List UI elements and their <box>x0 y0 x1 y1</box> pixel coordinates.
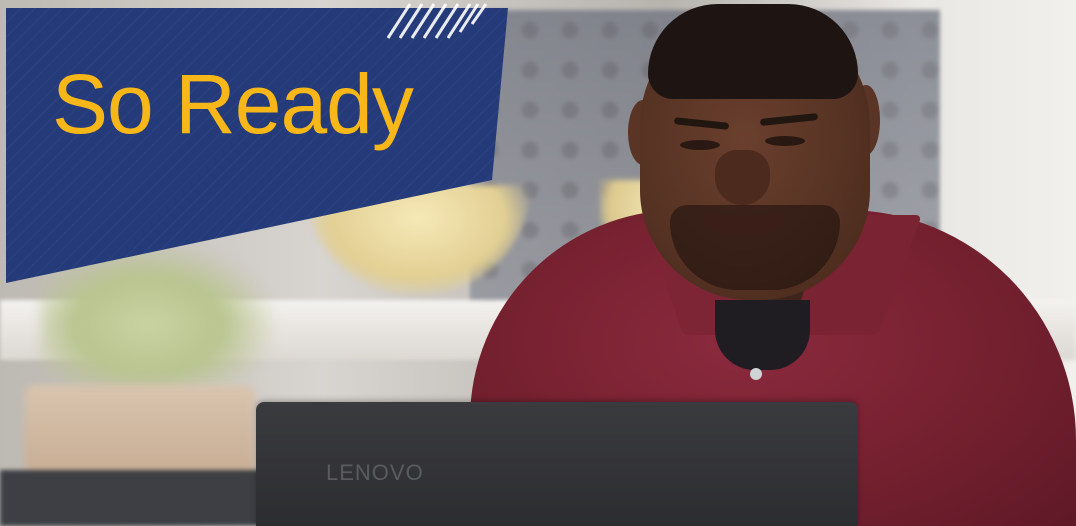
banner-title: So Ready <box>52 57 414 151</box>
hero-banner: LENOVO So Ready <box>0 0 1076 526</box>
